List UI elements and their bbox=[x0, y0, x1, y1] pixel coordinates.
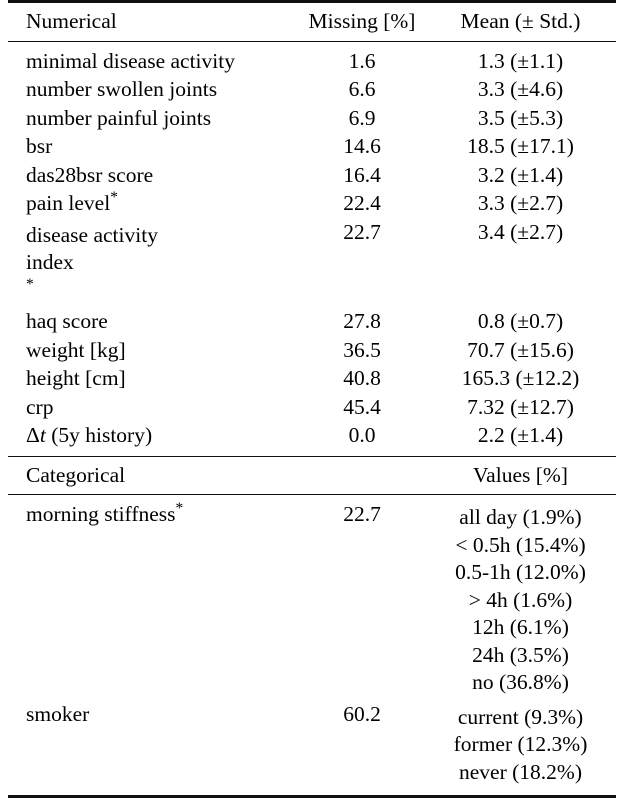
row-missing: 6.9 bbox=[348, 105, 376, 130]
row-missing: 22.7 bbox=[343, 502, 381, 527]
table-row: Δt (5y history) 0.0 2.2 (±1.4) bbox=[8, 422, 616, 457]
row-label-line-2-text: index bbox=[26, 250, 74, 275]
row-label: number painful joints bbox=[26, 105, 212, 130]
row-mean: 0.8 (±0.7) bbox=[477, 309, 564, 334]
table-row: das28bsr score 16.4 3.2 (±1.4) bbox=[8, 161, 616, 190]
row-label: crp bbox=[26, 394, 54, 419]
row-missing: 6.6 bbox=[348, 77, 376, 101]
value-item: < 0.5h (15.4%) bbox=[455, 532, 586, 557]
table-row: height [cm] 40.8 165.3 (±12.2) bbox=[8, 365, 616, 394]
row-mean: 3.3 (±4.6) bbox=[477, 77, 564, 101]
table-row: disease activity index * 22.7 3.4 (±2.7) bbox=[8, 218, 616, 308]
column-header-mean: Mean (± Std.) bbox=[460, 9, 581, 33]
value-item: current (9.3%) bbox=[457, 704, 584, 729]
table-row: smoker 60.2 current (9.3%) former (12.3%… bbox=[8, 700, 616, 797]
row-label: Δt (5y history) bbox=[8, 422, 293, 457]
row-values: current (9.3%) former (12.3%) never (18.… bbox=[431, 700, 616, 797]
table-row: bsr 14.6 18.5 (±17.1) bbox=[8, 133, 616, 162]
row-label: number swollen joints bbox=[26, 77, 218, 101]
row-missing: 27.8 bbox=[343, 309, 381, 334]
row-mean: 3.5 (±5.3) bbox=[477, 105, 564, 130]
row-label: bsr bbox=[26, 134, 53, 158]
value-item: no (36.8%) bbox=[472, 670, 569, 695]
row-missing: 1.6 bbox=[348, 48, 376, 73]
categorical-header-row: Categorical Values [%] bbox=[8, 457, 616, 495]
row-missing: 45.4 bbox=[343, 394, 381, 419]
value-item: all day (1.9%) bbox=[459, 505, 582, 530]
value-item: never (18.2%) bbox=[459, 759, 582, 784]
value-list: current (9.3%) former (12.3%) never (18.… bbox=[431, 704, 610, 787]
numerical-header-row: Numerical Missing [%] Mean (± Std.) bbox=[8, 3, 616, 41]
value-item: 0.5-1h (12.0%) bbox=[455, 560, 586, 585]
table-row: crp 45.4 7.32 (±12.7) bbox=[8, 393, 616, 422]
row-label: morning stiffness* bbox=[8, 495, 293, 700]
row-mean: 70.7 (±15.6) bbox=[467, 337, 574, 362]
row-label: smoker bbox=[26, 701, 90, 726]
row-missing: 0.0 bbox=[348, 423, 376, 448]
statistics-table-container: Numerical Missing [%] Mean (± Std.) mini… bbox=[0, 0, 624, 798]
categorical-section-label: Categorical bbox=[26, 462, 126, 487]
row-label-text: pain level bbox=[26, 191, 111, 215]
row-values: all day (1.9%) < 0.5h (15.4%) 0.5-1h (12… bbox=[431, 495, 616, 700]
value-item: > 4h (1.6%) bbox=[468, 587, 573, 612]
categorical-header-spacer bbox=[293, 457, 431, 495]
row-missing: 60.2 bbox=[343, 701, 381, 726]
value-item: 24h (3.5%) bbox=[472, 642, 569, 667]
row-mean: 2.2 (±1.4) bbox=[477, 423, 564, 448]
numerical-section-label: Numerical bbox=[26, 9, 117, 33]
row-label: height [cm] bbox=[26, 366, 126, 391]
row-missing: 22.7 bbox=[343, 219, 381, 244]
table-row: haq score 27.8 0.8 (±0.7) bbox=[8, 308, 616, 337]
row-missing: 22.4 bbox=[343, 191, 381, 215]
table-row: number swollen joints 6.6 3.3 (±4.6) bbox=[8, 76, 616, 105]
table-row: minimal disease activity 1.6 1.3 (±1.1) bbox=[8, 42, 616, 76]
row-label-text: morning stiffness bbox=[26, 502, 176, 527]
table-row: pain level* 22.4 3.3 (±2.7) bbox=[8, 190, 616, 219]
value-list: all day (1.9%) < 0.5h (15.4%) 0.5-1h (12… bbox=[431, 504, 610, 697]
row-mean: 165.3 (±12.2) bbox=[461, 366, 580, 391]
row-label: pain level* bbox=[8, 190, 293, 219]
row-mean: 3.4 (±2.7) bbox=[477, 219, 564, 244]
value-item: former (12.3%) bbox=[453, 732, 588, 757]
row-label-line-1: disease activity bbox=[26, 222, 158, 247]
row-mean: 1.3 (±1.1) bbox=[477, 48, 564, 73]
row-label: weight [kg] bbox=[26, 337, 126, 362]
footnote-asterisk: * bbox=[110, 188, 118, 206]
row-label-suffix: (5y history) bbox=[45, 423, 153, 448]
row-missing: 40.8 bbox=[343, 366, 381, 391]
table-row: weight [kg] 36.5 70.7 (±15.6) bbox=[8, 336, 616, 365]
value-item: 12h (6.1%) bbox=[472, 615, 569, 640]
table-row: morning stiffness* 22.7 all day (1.9%) <… bbox=[8, 495, 616, 700]
row-label: minimal disease activity bbox=[26, 48, 235, 73]
row-missing: 16.4 bbox=[343, 162, 381, 187]
row-label: haq score bbox=[26, 309, 108, 334]
delta-symbol: Δ bbox=[26, 423, 40, 448]
column-header-values: Values [%] bbox=[473, 462, 568, 487]
row-label-line-2: index * bbox=[26, 249, 293, 304]
row-missing: 36.5 bbox=[343, 337, 381, 362]
row-mean: 3.3 (±2.7) bbox=[477, 191, 564, 215]
column-header-missing: Missing [%] bbox=[308, 9, 416, 33]
row-label-wrapped: disease activity index * bbox=[26, 222, 293, 305]
row-missing: 14.6 bbox=[343, 134, 381, 158]
row-mean: 18.5 (±17.1) bbox=[467, 134, 574, 158]
row-label: disease activity index * bbox=[8, 218, 293, 308]
footnote-asterisk: * bbox=[175, 499, 184, 517]
row-mean: 3.2 (±1.4) bbox=[477, 162, 564, 187]
row-mean: 7.32 (±12.7) bbox=[467, 394, 574, 419]
footnote-asterisk: * bbox=[26, 275, 34, 293]
row-label: das28bsr score bbox=[26, 162, 154, 187]
table-row: number painful joints 6.9 3.5 (±5.3) bbox=[8, 104, 616, 133]
statistics-table: Numerical Missing [%] Mean (± Std.) mini… bbox=[8, 0, 616, 798]
